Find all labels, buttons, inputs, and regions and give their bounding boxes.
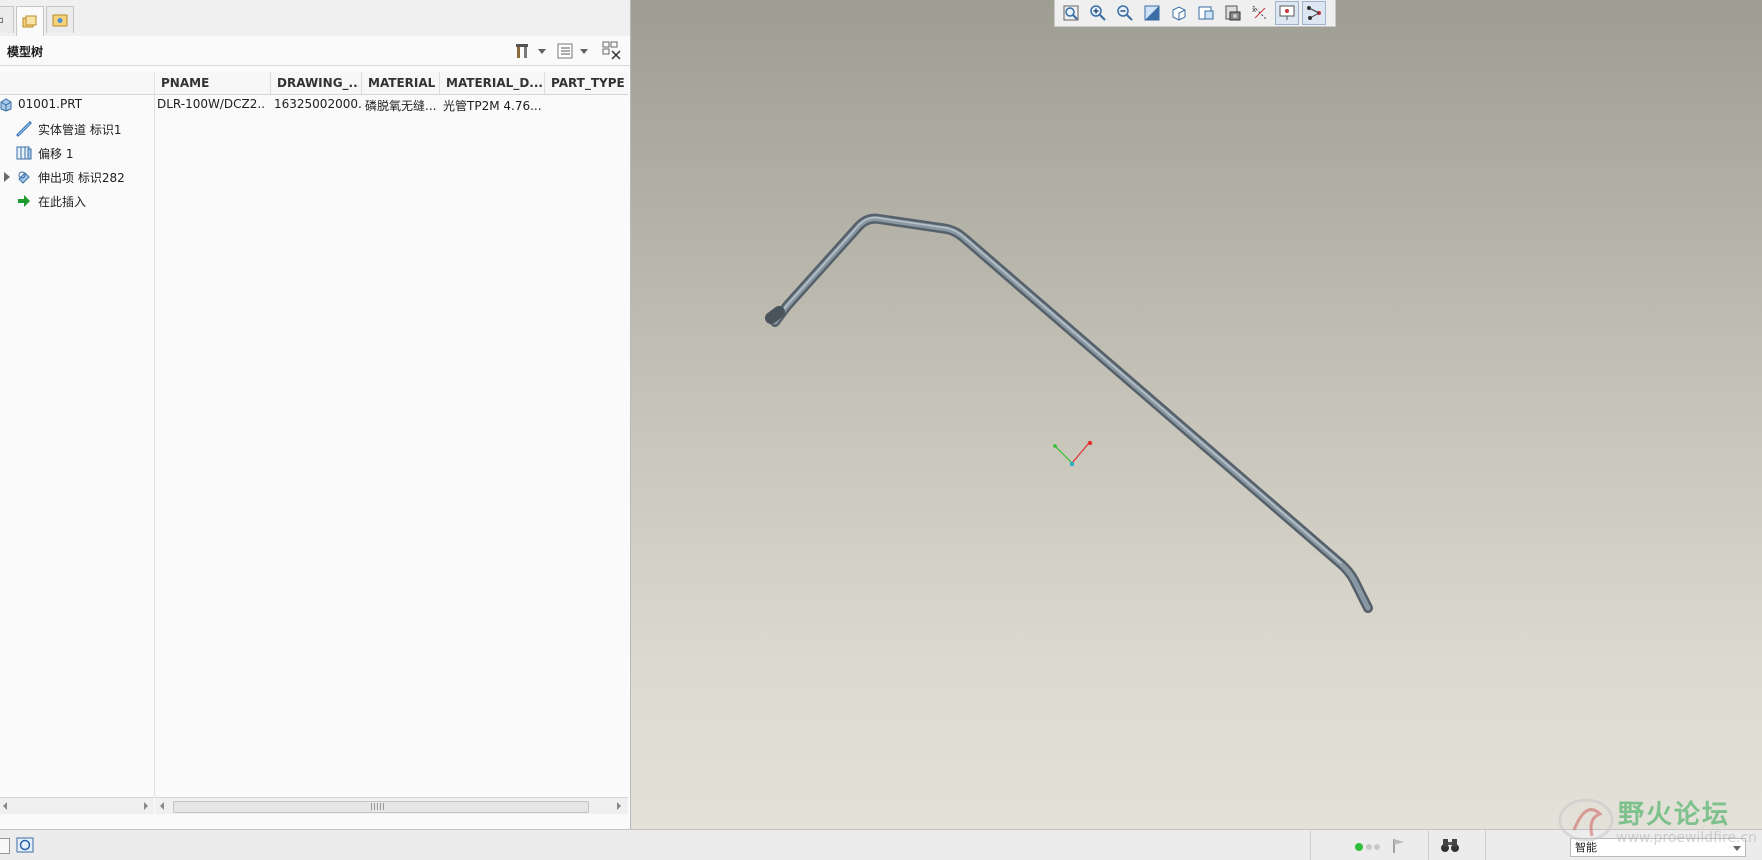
pipe-feature-icon: [16, 121, 32, 137]
column-header-drawing[interactable]: DRAWING_...: [277, 76, 359, 90]
datum-display-icon: x: [1252, 5, 1268, 21]
pipe-model: [765, 213, 1373, 613]
expand-arrow-icon[interactable]: [4, 172, 10, 182]
cell-material-d: 光管TP2M 4.76...: [443, 99, 542, 113]
coordinate-system-icon: [1053, 440, 1093, 467]
tree-item-label: 实体管道 标识1: [38, 123, 122, 137]
navigator-tab-strip: ▫: [0, 0, 630, 37]
forum-watermark: 野火论坛 www.proewildfire.cn: [1556, 790, 1758, 850]
message-toggle-button[interactable]: [0, 838, 10, 854]
tree-row-feature[interactable]: 实体管道 标识1: [0, 118, 628, 140]
watermark-logo-icon: [1558, 798, 1614, 842]
offset-icon: [16, 145, 32, 161]
tab-model-tree[interactable]: ▫: [0, 6, 14, 33]
favorites-icon: [52, 14, 68, 27]
refit-button[interactable]: [1059, 1, 1083, 25]
column-header-part-type[interactable]: PART_TYPE: [551, 76, 627, 90]
tree-row-insert-here[interactable]: 在此插入: [0, 190, 628, 212]
zoom-in-icon: [1090, 5, 1106, 21]
flag-icon: [1393, 839, 1404, 853]
tree-column-header: PNAME DRAWING_... MATERIAL MATERIAL_D...…: [0, 72, 628, 95]
spin-center-icon: [1279, 5, 1295, 20]
tree-row-part[interactable]: 01001.PRT DLR-100W/DCZ2... 16325002000..…: [0, 94, 628, 116]
find-button[interactable]: [1440, 837, 1464, 855]
insert-here-arrow-icon: [16, 193, 32, 209]
cell-pname: DLR-100W/DCZ2...: [157, 97, 265, 111]
display-style-button[interactable]: [1167, 1, 1191, 25]
tree-settings-button[interactable]: [514, 40, 546, 62]
tree-row-feature[interactable]: 伸出项 标识282: [0, 166, 628, 188]
tools-icon: [516, 44, 528, 58]
view-manager-icon: [1225, 5, 1241, 21]
column-header-pname[interactable]: PNAME: [161, 76, 265, 90]
regeneration-status-indicator: [1354, 841, 1384, 855]
tab-folder-browser[interactable]: [16, 6, 44, 37]
zoom-out-icon: [1117, 5, 1133, 21]
column-header-material-d[interactable]: MATERIAL_D...: [446, 76, 542, 90]
model-tree-header: 模型树: [0, 36, 630, 66]
status-bar: 智能: [0, 829, 1762, 860]
tab-favorites[interactable]: [46, 6, 74, 33]
tree-item-label: 在此插入: [38, 195, 87, 209]
scrollbar-thumb[interactable]: [173, 801, 589, 813]
repaint-icon: [1144, 5, 1160, 21]
columns-horizontal-scrollbar[interactable]: [155, 797, 628, 814]
tree-show-button[interactable]: [556, 40, 588, 62]
saved-views-icon: [1198, 6, 1214, 20]
watermark-title: 野火论坛: [1618, 800, 1731, 830]
model-tree-title: 模型树: [7, 45, 44, 59]
tree-item-label: 01001.PRT: [18, 97, 83, 111]
repaint-button[interactable]: [1140, 1, 1164, 25]
graphics-viewport[interactable]: [631, 0, 1762, 829]
model-tree-tab-icon: ▫: [0, 15, 3, 26]
flag-button[interactable]: [1392, 838, 1406, 857]
browser-icon: [16, 837, 34, 853]
refit-icon: [1063, 5, 1079, 21]
tree-row-feature[interactable]: 偏移 1: [0, 142, 628, 164]
regen-status-icon: [1355, 843, 1380, 851]
spin-center-button[interactable]: [1275, 1, 1299, 25]
annotation-display-icon: [1307, 6, 1321, 20]
tree-filter-icon: [602, 41, 621, 60]
cell-material: 磷脱氧无缝...: [365, 99, 437, 113]
binoculars-icon: [1441, 839, 1459, 852]
tree-item-label: 伸出项 标识282: [38, 171, 125, 185]
tree-item-label: 偏移 1: [38, 147, 74, 161]
protrusion-icon: [16, 169, 32, 185]
annotation-display-button[interactable]: [1302, 1, 1326, 25]
list-settings-icon: [557, 43, 573, 59]
column-header-material[interactable]: MATERIAL: [368, 76, 440, 90]
tree-filter-button[interactable]: [602, 40, 622, 62]
tree-horizontal-scrollbar[interactable]: [0, 797, 154, 814]
svg-text:x: x: [1252, 6, 1256, 14]
display-style-icon: [1172, 6, 1186, 21]
folder-browser-icon: [22, 15, 37, 28]
model-tree-panel: ▫ 模型树 PNAME DRAWING_... MATERIAL MATERIA…: [0, 0, 631, 829]
cell-drawing: 16325002000...: [274, 97, 362, 111]
zoom-out-button[interactable]: [1113, 1, 1137, 25]
zoom-in-button[interactable]: [1086, 1, 1110, 25]
model-graphics[interactable]: [631, 0, 1762, 829]
watermark-url: www.proewildfire.cn: [1616, 830, 1758, 846]
saved-views-button[interactable]: [1194, 1, 1218, 25]
view-manager-button[interactable]: [1221, 1, 1245, 25]
part-icon: [0, 97, 14, 113]
datum-display-button[interactable]: x: [1248, 1, 1272, 25]
graphics-toolbar: x: [1054, 0, 1336, 27]
browser-toggle-button[interactable]: [16, 837, 34, 853]
